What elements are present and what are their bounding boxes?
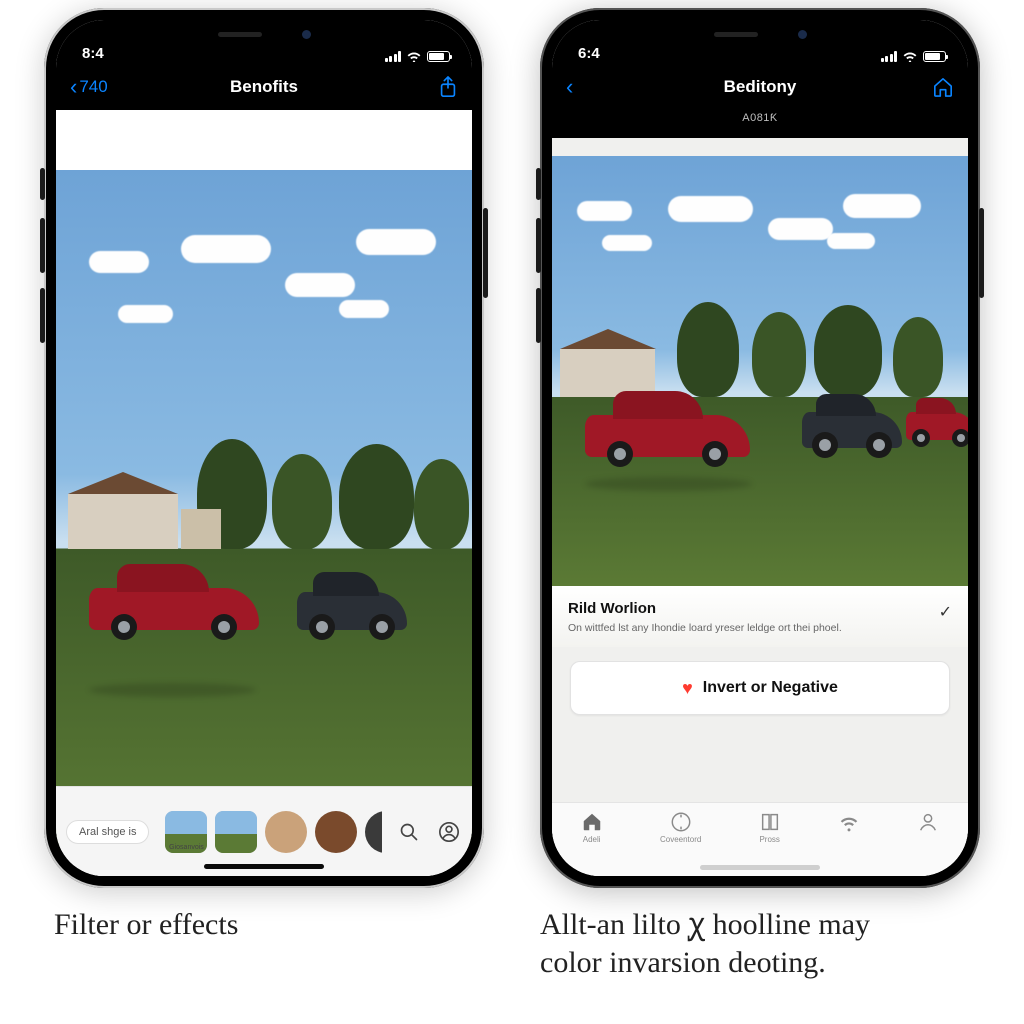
content-area: Rild Worlion On wittfed lst any Ihondie …: [552, 138, 968, 876]
home-indicator[interactable]: [700, 865, 820, 870]
thumbnail-row[interactable]: Giosanvois Ad AI Eor: [165, 811, 382, 853]
nav-bar: ‹ Beditony: [552, 64, 968, 110]
wifi-icon: [902, 50, 918, 62]
search-button[interactable]: [396, 819, 422, 845]
car-dark: [297, 592, 407, 630]
tab-profile[interactable]: [917, 811, 939, 835]
screen-right: 6:4 ‹ Beditony A081Ƙ: [552, 20, 968, 876]
screen-left: 8:4 ‹ 740 Benofits: [56, 20, 472, 876]
cellular-icon: [881, 51, 898, 62]
person-icon: [917, 811, 939, 833]
invert-button-label: Invert or Negative: [703, 679, 838, 697]
car-red-small: [906, 412, 968, 440]
back-label: 740: [79, 77, 107, 97]
thumb: Giosanvois: [165, 811, 207, 853]
status-time: 8:4: [82, 45, 104, 62]
wifi-icon: [838, 811, 860, 833]
nav-title: Beditony: [552, 77, 968, 97]
tab-explore[interactable]: Coveentord: [660, 811, 701, 844]
status-time: 6:4: [578, 45, 600, 62]
home-icon: [932, 77, 954, 97]
tab-bar: Adeli Coveentord Pross: [552, 802, 968, 876]
wifi-icon: [406, 50, 422, 62]
notch: [675, 20, 845, 48]
notch: [179, 20, 349, 48]
car-red: [89, 588, 259, 630]
content-area: Aral shge is Giosanvois Ad AI Eor: [56, 110, 472, 876]
thumb: [265, 811, 307, 853]
back-button[interactable]: ‹ 740: [70, 76, 108, 98]
car-red: [585, 415, 750, 457]
phone-left: 8:4 ‹ 740 Benofits: [44, 8, 484, 888]
card-heading: Rild Worlion: [568, 600, 952, 617]
home-indicator[interactable]: [204, 864, 324, 869]
profile-icon: [438, 821, 460, 843]
filter-chip[interactable]: Aral shge is: [66, 820, 149, 844]
caption-right: Allt-an lilto ꭕ hoolline may color invar…: [540, 906, 980, 981]
status-indicators: [881, 50, 947, 62]
thumb: [315, 811, 357, 853]
search-icon: [399, 822, 419, 842]
chevron-left-icon: ‹: [70, 76, 77, 98]
nav-bar: ‹ 740 Benofits: [56, 64, 472, 110]
chevron-left-icon: ‹: [566, 76, 573, 98]
check-icon: ✓: [939, 602, 952, 622]
phone-right: 6:4 ‹ Beditony A081Ƙ: [540, 8, 980, 888]
description-card: Rild Worlion On wittfed lst any Ihondie …: [552, 586, 968, 647]
thumb: Ad: [365, 811, 382, 853]
cellular-icon: [385, 51, 402, 62]
share-button[interactable]: [438, 76, 458, 98]
invert-button[interactable]: ♥ Invert or Negative: [570, 661, 950, 715]
battery-icon: [923, 51, 946, 62]
caption-left: Filter or effects: [54, 906, 474, 944]
home-nav-button[interactable]: [932, 77, 954, 97]
main-photo[interactable]: [552, 156, 968, 586]
filter-strip: Aral shge is Giosanvois Ad AI Eor: [56, 786, 472, 876]
nav-title: Benofits: [56, 77, 472, 97]
main-photo[interactable]: [56, 170, 472, 846]
tab-home[interactable]: Adeli: [581, 811, 603, 844]
tab-signal[interactable]: [838, 811, 860, 835]
status-indicators: [385, 50, 451, 62]
tab-library[interactable]: Pross: [759, 811, 781, 844]
car-dark: [802, 412, 902, 448]
profile-button[interactable]: [436, 819, 462, 845]
compass-icon: [670, 811, 692, 833]
card-body: On wittfed lst any Ihondie loard yreser …: [568, 621, 952, 635]
heart-icon: ♥: [682, 678, 693, 699]
nav-subtitle: A081Ƙ: [552, 110, 968, 138]
share-icon: [438, 76, 458, 98]
back-button[interactable]: ‹: [566, 76, 573, 98]
home-icon: [581, 811, 603, 833]
battery-icon: [427, 51, 450, 62]
thumb: [215, 811, 257, 853]
book-icon: [759, 811, 781, 833]
